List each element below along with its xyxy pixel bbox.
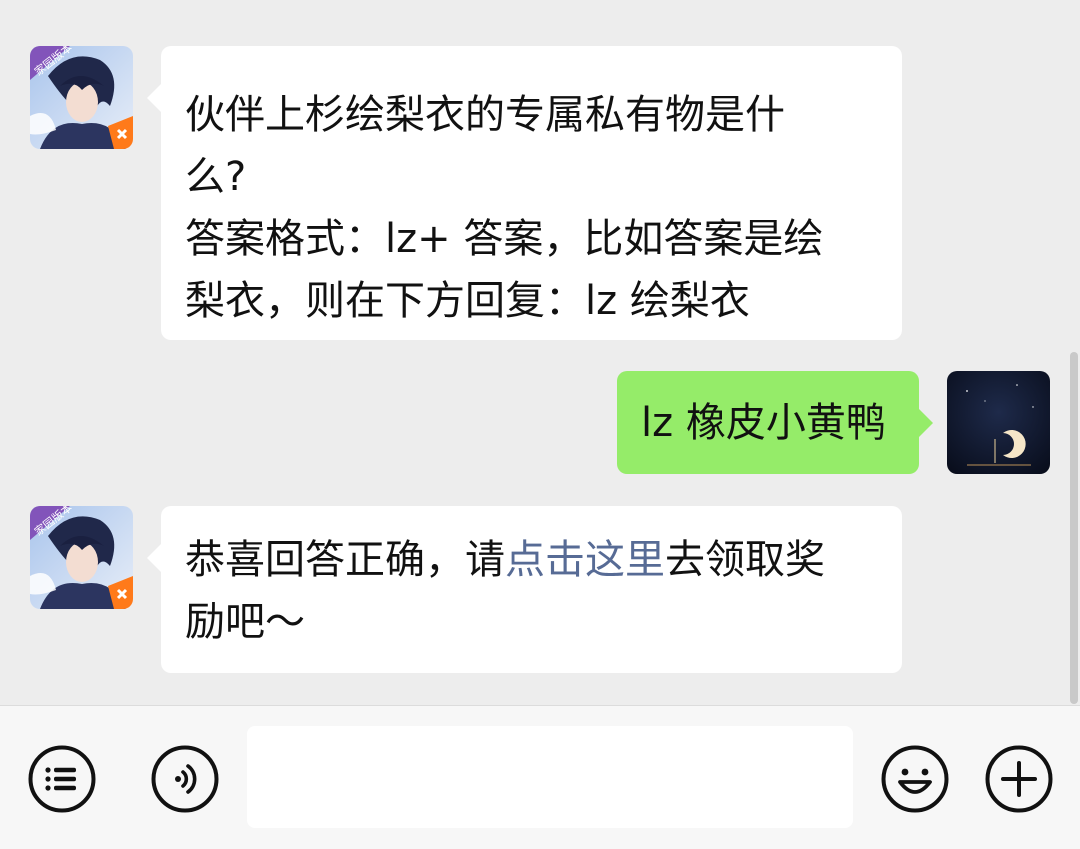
sender-avatar[interactable]: 家园版本 bbox=[30, 46, 133, 149]
message-line: 励吧～ bbox=[185, 599, 305, 645]
message-line: 伙伴上杉绘梨衣的专属私有物是什 bbox=[185, 92, 785, 138]
menu-button[interactable] bbox=[27, 744, 97, 814]
message-line: 答案格式：lz+ 答案，比如答案是绘 bbox=[185, 216, 824, 262]
message-line: 梨衣，则在下方回复：lz 绘梨衣 bbox=[185, 278, 750, 324]
my-avatar[interactable] bbox=[947, 371, 1050, 474]
message-line: 恭喜回答正确，请点击这里去领取奖 bbox=[185, 529, 878, 591]
message-text: lz 橡皮小黄鸭 bbox=[641, 400, 886, 446]
claim-reward-link[interactable]: 点击这里 bbox=[505, 537, 665, 583]
emoji-icon bbox=[881, 745, 949, 813]
anime-avatar-image: 家园版本 bbox=[30, 46, 133, 149]
voice-icon bbox=[151, 745, 219, 813]
voice-button[interactable] bbox=[150, 744, 220, 814]
chat-area[interactable]: 家园版本 伙伴上杉绘梨衣的专属私有物是什 么? 答案格式：lz+ 答案，比如答案… bbox=[0, 0, 1080, 705]
message-text: 恭喜回答正确，请 bbox=[185, 537, 505, 583]
moon-night-avatar-image bbox=[947, 371, 1050, 474]
incoming-message-bubble[interactable]: 伙伴上杉绘梨衣的专属私有物是什 么? 答案格式：lz+ 答案，比如答案是绘 梨衣… bbox=[147, 46, 902, 340]
message-line: 么? bbox=[185, 154, 247, 200]
list-menu-icon bbox=[28, 745, 96, 813]
incoming-message-bubble[interactable]: 恭喜回答正确，请点击这里去领取奖 励吧～ bbox=[147, 506, 902, 673]
anime-avatar-image: 家园版本 bbox=[30, 506, 133, 609]
outgoing-message-bubble[interactable]: lz 橡皮小黄鸭 bbox=[617, 371, 933, 474]
scrollbar[interactable] bbox=[1070, 352, 1078, 704]
emoji-button[interactable] bbox=[880, 744, 950, 814]
message-text: 去领取奖 bbox=[665, 537, 825, 583]
input-toolbar bbox=[0, 705, 1080, 849]
more-button[interactable] bbox=[984, 744, 1054, 814]
message-input[interactable] bbox=[247, 726, 853, 828]
plus-icon bbox=[985, 745, 1053, 813]
sender-avatar[interactable]: 家园版本 bbox=[30, 506, 133, 609]
